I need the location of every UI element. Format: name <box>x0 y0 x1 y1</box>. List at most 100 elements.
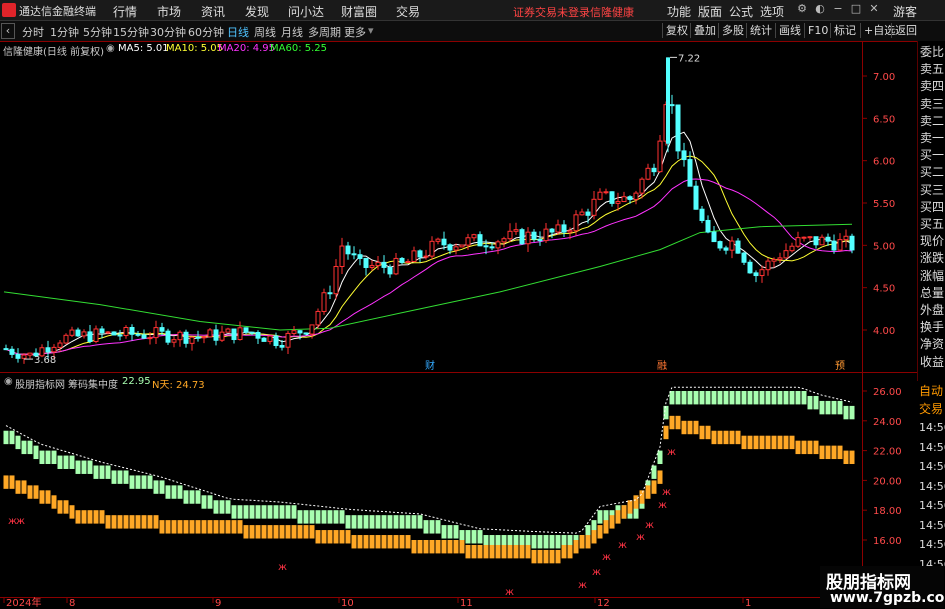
candle-body <box>777 257 783 260</box>
candle-body <box>813 236 819 246</box>
concentration-bar-orange <box>597 525 603 539</box>
side-item[interactable]: 买一 <box>920 147 944 164</box>
concentration-bar-orange <box>327 530 333 544</box>
candle-body <box>333 266 339 295</box>
side-item[interactable]: 换手 <box>920 319 944 336</box>
candle-body <box>297 330 303 334</box>
concentration-bar-green <box>3 430 9 445</box>
concentration-bar-green <box>399 515 405 529</box>
concentration-bar-green <box>225 500 231 514</box>
butterfly-signal-icon: ж <box>667 447 676 458</box>
side-item[interactable]: 卖五 <box>920 61 944 78</box>
side-item[interactable]: 买三 <box>920 182 944 199</box>
candle-body <box>447 244 453 251</box>
concentration-bar-orange <box>513 544 519 559</box>
concentration-bar-orange <box>165 520 171 534</box>
side-item[interactable]: 总量 <box>920 285 944 302</box>
candle-body <box>327 292 333 295</box>
concentration-bar-green <box>831 400 837 415</box>
candle-body <box>231 328 237 341</box>
concentration-bar-orange <box>159 520 165 534</box>
concentration-bar-green <box>741 391 747 405</box>
candle-body <box>483 245 489 248</box>
concentration-bar-orange <box>51 495 57 509</box>
concentration-bar-orange <box>651 480 657 494</box>
side-item[interactable]: 买四 <box>920 199 944 216</box>
concentration-bar-green <box>315 510 321 524</box>
side-item[interactable]: 卖一 <box>920 130 944 147</box>
side-item[interactable]: 涨跌 <box>920 250 944 267</box>
concentration-bar-orange <box>453 540 459 554</box>
concentration-bar-orange <box>213 520 219 534</box>
concentration-bar-orange <box>279 525 285 539</box>
concentration-bar-green <box>357 515 363 529</box>
concentration-bar-green <box>735 391 741 405</box>
candle-body <box>699 208 705 221</box>
butterfly-signal-icon: ж <box>658 500 667 511</box>
concentration-bar-orange <box>243 525 249 539</box>
concentration-bar-green <box>39 450 45 465</box>
candle-body <box>627 196 633 200</box>
concentration-bar-green <box>183 490 189 504</box>
candle-body <box>207 329 213 338</box>
butterfly-signal-icon: ж <box>16 516 25 527</box>
candle-body <box>303 332 309 335</box>
concentration-bar-orange <box>441 540 447 554</box>
concentration-bar-orange <box>687 420 693 435</box>
concentration-bar-orange <box>447 540 453 554</box>
side-item[interactable]: 买二 <box>920 164 944 181</box>
candle-body <box>105 331 111 334</box>
concentration-bar-orange <box>705 425 711 440</box>
candle-body <box>666 57 670 144</box>
concentration-bar-green <box>75 460 81 474</box>
concentration-bar-green <box>837 400 843 415</box>
side-lower-item[interactable]: 自动 <box>919 383 943 400</box>
concentration-bar-orange <box>759 435 765 450</box>
candle-body <box>285 332 291 348</box>
side-item[interactable]: 委比 <box>920 44 944 61</box>
side-item[interactable]: 现价 <box>920 233 944 250</box>
side-item[interactable]: 卖四 <box>920 78 944 95</box>
concentration-bar-orange <box>663 425 669 440</box>
candle-body <box>381 261 387 268</box>
candle-body <box>453 246 459 251</box>
concentration-bar-orange <box>201 520 207 534</box>
concentration-bar-green <box>795 391 801 405</box>
concentration-bar-green <box>189 490 195 504</box>
concentration-bar-green <box>747 391 753 405</box>
side-item[interactable]: 卖二 <box>920 113 944 130</box>
concentration-bar-green <box>777 391 783 405</box>
candle-body <box>3 348 9 351</box>
side-item[interactable]: 收益 <box>920 354 944 371</box>
concentration-bar-orange <box>747 435 753 450</box>
candle-body <box>507 230 513 240</box>
candle-body <box>741 252 747 263</box>
event-marker: 预 <box>835 360 845 372</box>
concentration-bar-green <box>411 515 417 529</box>
concentration-bar-orange <box>321 530 327 544</box>
side-item[interactable]: 涨幅 <box>920 268 944 285</box>
candle-body <box>687 159 693 187</box>
concentration-bar-orange <box>765 435 771 450</box>
main-ytick-label: 5.50 <box>873 199 895 210</box>
concentration-bar-orange <box>789 435 795 450</box>
concentration-bar-green <box>543 535 549 549</box>
concentration-bar-orange <box>507 544 513 559</box>
side-item[interactable]: 净资 <box>920 336 944 353</box>
side-item[interactable]: 卖三 <box>920 96 944 113</box>
side-item[interactable]: 买五 <box>920 216 944 233</box>
side-lower-item[interactable]: 交易 <box>919 401 943 418</box>
concentration-bar-orange <box>129 515 135 529</box>
ma5-line <box>5 131 853 356</box>
candle-body <box>489 246 495 249</box>
side-item[interactable]: 外盘 <box>920 302 944 319</box>
concentration-bar-green <box>33 445 39 460</box>
kline-chart[interactable]: жжжжжжжжжжжжж 7.006.506.005.505.004.504.… <box>0 0 917 609</box>
candle-body <box>717 241 723 249</box>
candle-body <box>81 331 87 337</box>
candle-body <box>351 253 357 256</box>
quote-side-panel-lower: 自动交易14:5614:5614:5614:5614:5614:5614:561… <box>917 383 945 571</box>
concentration-bar-orange <box>315 530 321 544</box>
concentration-bar-green <box>363 515 369 529</box>
concentration-bar-orange <box>495 544 501 559</box>
